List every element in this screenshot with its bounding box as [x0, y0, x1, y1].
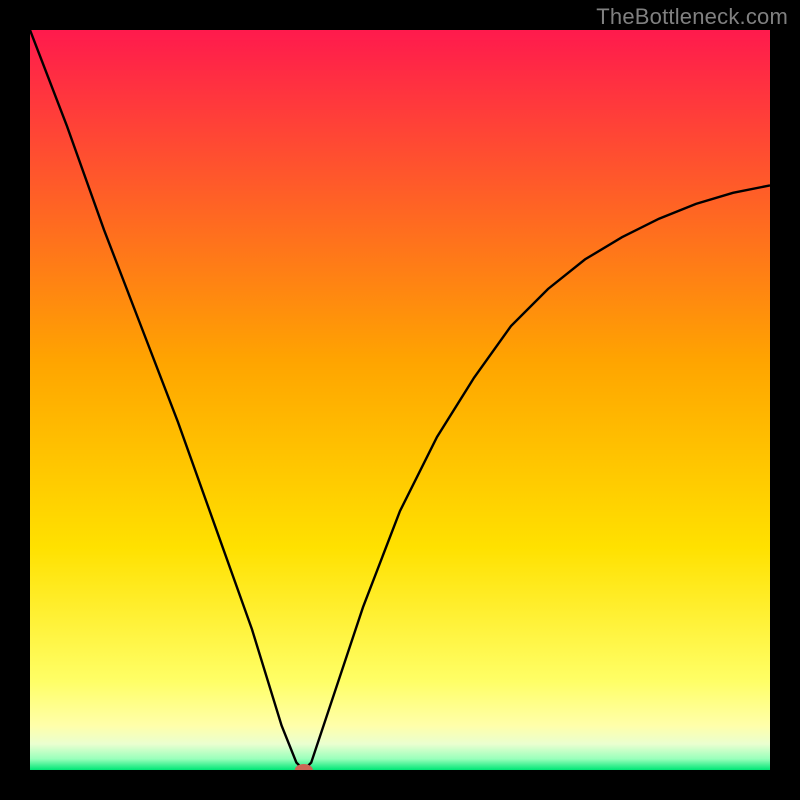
chart-frame: TheBottleneck.com: [0, 0, 800, 800]
chart-background: [30, 30, 770, 770]
watermark-text: TheBottleneck.com: [596, 4, 788, 30]
bottleneck-chart: [30, 30, 770, 770]
